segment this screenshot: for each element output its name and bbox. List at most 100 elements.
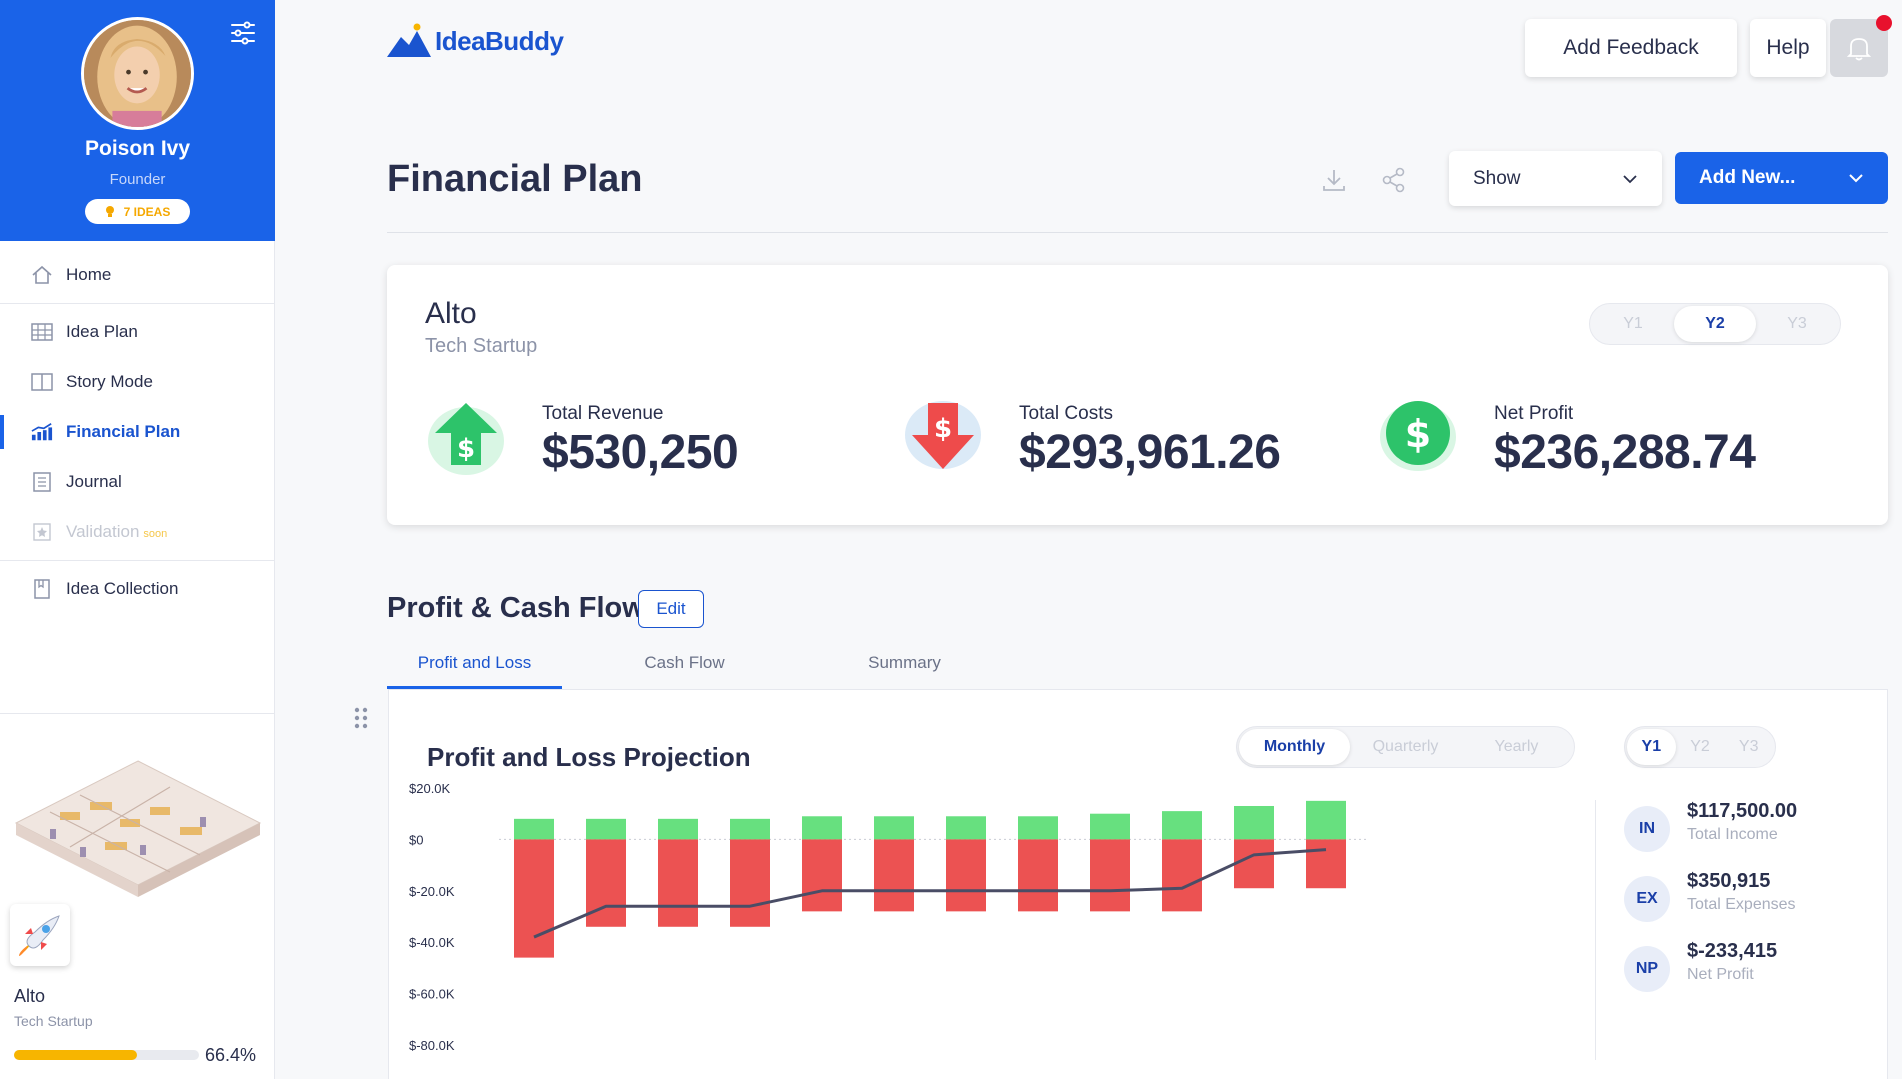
show-dropdown[interactable]: Show xyxy=(1449,151,1662,206)
sidebar-item-label: Idea Plan xyxy=(66,322,138,341)
metric-value: $236,288.74 xyxy=(1494,426,1756,479)
mountain-logo-icon xyxy=(387,23,431,57)
summary-year-selector: Y1 Y2 Y3 xyxy=(1589,303,1841,345)
metric-label: Total Costs xyxy=(1019,403,1113,424)
y-tick-label: $-80.0K xyxy=(409,1038,455,1053)
add-feedback-button[interactable]: Add Feedback xyxy=(1525,19,1737,77)
stat-value: $117,500.00 xyxy=(1687,800,1798,822)
expense-bar xyxy=(946,839,986,912)
bookmark-icon xyxy=(31,579,53,599)
income-bar xyxy=(1018,816,1058,840)
chart-year-tab-y1[interactable]: Y1 xyxy=(1627,729,1676,765)
help-button[interactable]: Help xyxy=(1750,19,1826,77)
year-tab-y1[interactable]: Y1 xyxy=(1592,306,1674,342)
nav-divider xyxy=(0,303,275,304)
sidebar-item-story-mode[interactable]: Story Mode xyxy=(0,357,275,407)
metric-value: $293,961.26 xyxy=(1019,426,1281,479)
stat-value: $-233,415 xyxy=(1687,940,1778,962)
expense-bar xyxy=(730,839,770,927)
idea-subtitle: Tech Startup xyxy=(425,335,538,357)
sidebar-item-label: Home xyxy=(66,265,112,284)
expense-bar xyxy=(1306,839,1346,889)
sidebar-item-label: Journal xyxy=(66,472,122,491)
expense-bar xyxy=(1090,839,1130,912)
idea-progress-fill xyxy=(14,1050,137,1060)
chart-year-tab-y2[interactable]: Y2 xyxy=(1676,729,1725,765)
tab-profit-and-loss[interactable]: Profit and Loss xyxy=(387,647,562,689)
idea-progress-value: 66.4% xyxy=(205,1045,257,1065)
chart-year-selector: Y1 Y2 Y3 xyxy=(1624,726,1776,768)
page-title: Financial Plan xyxy=(387,158,643,200)
idea-logo[interactable] xyxy=(10,904,70,966)
sidebar-item-validation: Validation soon xyxy=(0,507,275,557)
y-tick-label: $-20.0K xyxy=(409,884,455,899)
sidebar-item-label: Idea Collection xyxy=(66,579,179,598)
y-tick-label: $-60.0K xyxy=(409,987,455,1002)
income-bar xyxy=(1234,805,1274,840)
tab-summary[interactable]: Summary xyxy=(837,647,972,689)
period-tab-quarterly[interactable]: Quarterly xyxy=(1350,729,1461,765)
chevron-down-icon xyxy=(1623,174,1637,183)
svg-text:$: $ xyxy=(934,414,952,444)
add-new-label: Add New... xyxy=(1699,167,1796,188)
brand-logo[interactable]: IdeaBuddy xyxy=(387,23,564,59)
nav-divider xyxy=(0,560,275,561)
header-divider xyxy=(387,232,1888,233)
expense-bar xyxy=(874,839,914,912)
sidebar-item-label: Story Mode xyxy=(66,372,153,391)
drag-handle-icon[interactable] xyxy=(353,706,369,730)
edit-button[interactable]: Edit xyxy=(638,590,704,628)
idea-progress-bar xyxy=(14,1050,199,1060)
share-icon[interactable] xyxy=(1380,166,1408,194)
idea-title: Alto xyxy=(425,297,477,330)
income-bar xyxy=(1162,811,1202,840)
journal-icon xyxy=(31,472,53,492)
year-tab-y3[interactable]: Y3 xyxy=(1756,306,1838,342)
income-bar xyxy=(586,818,626,840)
soon-badge: soon xyxy=(143,527,168,540)
svg-text:$: $ xyxy=(457,434,475,464)
metric-label: Total Revenue xyxy=(542,403,664,424)
sidebar-idea-type: Tech Startup xyxy=(14,1013,93,1029)
expense-bar xyxy=(1162,839,1202,912)
sidebar-item-label: Financial Plan xyxy=(66,422,181,441)
profit-loss-card: Profit and Loss Projection Monthly Quart… xyxy=(388,689,1888,1079)
ideas-badge[interactable]: 7 IDEAS xyxy=(85,199,190,224)
profile-panel: Poison Ivy Founder 7 IDEAS xyxy=(0,0,275,241)
notifications-button[interactable] xyxy=(1830,15,1892,77)
income-bar xyxy=(1306,800,1346,840)
metric-label: Net Profit xyxy=(1494,403,1574,424)
y-tick-label: $-40.0K xyxy=(409,935,455,950)
sidebar-item-label: Validation xyxy=(66,522,140,541)
add-new-button[interactable]: Add New... xyxy=(1675,152,1888,204)
period-tab-yearly[interactable]: Yearly xyxy=(1461,729,1572,765)
stat-value: $350,915 xyxy=(1687,870,1771,892)
app-root: Poison Ivy Founder 7 IDEAS Home Idea Pla… xyxy=(0,0,1902,1079)
svg-text:$: $ xyxy=(1405,412,1431,456)
sidebar-item-idea-collection[interactable]: Idea Collection xyxy=(0,564,275,614)
chart-year-tab-y3[interactable]: Y3 xyxy=(1724,729,1773,765)
ideas-count: 7 IDEAS xyxy=(123,204,171,219)
stat-label: Total Income xyxy=(1687,826,1778,843)
costs-down-arrow-icon: $ xyxy=(905,401,981,469)
avatar[interactable] xyxy=(81,17,194,130)
sidebar-item-financial-plan[interactable]: Financial Plan xyxy=(0,407,275,457)
stat-label: Total Expenses xyxy=(1687,896,1796,913)
year-tab-y2[interactable]: Y2 xyxy=(1674,306,1756,342)
period-tab-monthly[interactable]: Monthly xyxy=(1239,729,1350,765)
dollar-coin-icon: $ xyxy=(1380,401,1456,471)
metric-total-revenue: $ Total Revenue $530,250 xyxy=(425,395,785,485)
sidebar-item-home[interactable]: Home xyxy=(0,250,275,300)
chevron-down-icon xyxy=(1849,174,1863,183)
sidebar-idea-name: Alto xyxy=(14,986,46,1006)
sidebar: Poison Ivy Founder 7 IDEAS Home Idea Pla… xyxy=(0,0,275,1079)
sidebar-item-journal[interactable]: Journal xyxy=(0,457,275,507)
sliders-icon[interactable] xyxy=(230,20,256,46)
net-profit-line xyxy=(533,848,1327,939)
bar-chart-icon xyxy=(31,422,53,442)
grid-icon xyxy=(31,322,53,342)
download-icon[interactable] xyxy=(1320,166,1348,194)
sidebar-item-idea-plan[interactable]: Idea Plan xyxy=(0,307,275,357)
user-name: Poison Ivy xyxy=(84,137,191,160)
tab-cash-flow[interactable]: Cash Flow xyxy=(617,647,752,689)
